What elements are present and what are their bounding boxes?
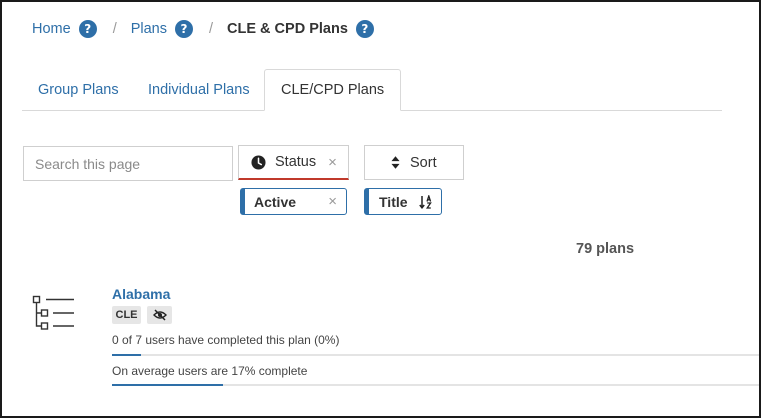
average-progress-text: On average users are 17% complete [112, 364, 308, 378]
sort-button[interactable]: Sort [364, 145, 464, 180]
status-chip-label: Active [254, 193, 297, 210]
completion-progress-fill [112, 354, 142, 356]
breadcrumb: Home ? / Plans ? / CLE & CPD Plans ? [32, 18, 374, 40]
sort-chip[interactable]: Title [364, 188, 442, 215]
eye-slash-icon [152, 309, 167, 321]
clock-icon [251, 154, 266, 170]
sort-chip-label: Title [379, 193, 408, 210]
tab-group-plans[interactable]: Group Plans [22, 69, 135, 111]
sort-alpha-desc-icon [418, 194, 432, 209]
cle-badge: CLE [112, 306, 141, 324]
tab-individual-plans[interactable]: Individual Plans [132, 69, 266, 111]
breadcrumb-separator: / [209, 21, 214, 37]
average-progress-bar [112, 384, 759, 386]
completion-text: 0 of 7 users have completed this plan (0… [112, 333, 340, 347]
breadcrumb-current: CLE & CPD Plans [227, 21, 348, 37]
average-progress-fill [112, 384, 223, 386]
search-input[interactable] [23, 146, 233, 181]
plan-hierarchy-icon [32, 295, 74, 330]
completion-progress-bar [112, 354, 759, 356]
plans-count: 79 plans [576, 241, 635, 257]
page-frame: Home ? / Plans ? / CLE & CPD Plans ? Gro… [0, 0, 761, 418]
hidden-badge [147, 306, 172, 324]
tab-cle-cpd-plans[interactable]: CLE/CPD Plans [264, 69, 402, 111]
plan-title-link[interactable]: Alabama [112, 286, 170, 302]
plan-tabs: Group Plans Individual Plans CLE/CPD Pla… [22, 69, 722, 111]
status-filter-label: Status [275, 154, 317, 170]
help-icon[interactable]: ? [355, 20, 374, 38]
help-icon[interactable]: ? [175, 20, 193, 38]
breadcrumb-plans-link[interactable]: Plans [131, 21, 167, 37]
close-icon[interactable]: × [328, 193, 337, 210]
status-chip[interactable]: Active × [240, 188, 347, 215]
breadcrumb-home-link[interactable]: Home [32, 21, 71, 37]
help-icon[interactable]: ? [78, 20, 97, 38]
close-icon[interactable]: × [328, 154, 337, 171]
status-filter-button[interactable]: Status × [238, 145, 349, 180]
sort-arrows-icon [391, 156, 400, 169]
breadcrumb-separator: / [112, 21, 117, 37]
sort-label: Sort [410, 154, 437, 171]
